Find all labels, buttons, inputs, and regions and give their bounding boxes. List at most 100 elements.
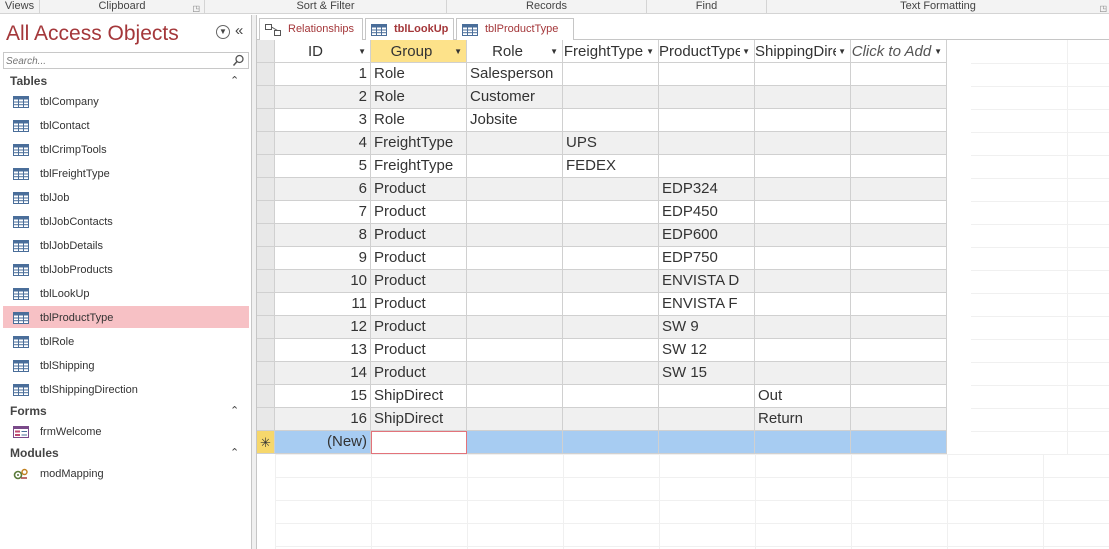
table-cell[interactable] — [467, 201, 563, 224]
table-cell[interactable]: EDP600 — [659, 224, 755, 247]
nav-item-tblfreighttype[interactable]: tblFreightType — [3, 162, 249, 184]
table-cell[interactable] — [467, 270, 563, 293]
table-cell[interactable]: SW 15 — [659, 362, 755, 385]
table-cell-empty[interactable] — [851, 408, 947, 431]
search-icon[interactable] — [232, 54, 245, 67]
column-header-producttype[interactable]: ProductType ▼ — [659, 40, 755, 63]
column-header-role[interactable]: Role ▼ — [467, 40, 563, 63]
table-cell[interactable] — [755, 293, 851, 316]
record-selector[interactable] — [257, 270, 275, 293]
table-cell[interactable] — [563, 178, 659, 201]
record-selector[interactable] — [257, 86, 275, 109]
dialog-launcher-icon[interactable]: ◳ — [192, 2, 200, 15]
table-cell[interactable]: 5 — [275, 155, 371, 178]
record-selector[interactable] — [257, 316, 275, 339]
table-row[interactable]: 5 FreightType FEDEX — [257, 155, 971, 178]
table-cell[interactable] — [755, 155, 851, 178]
table-cell[interactable] — [755, 63, 851, 86]
table-cell[interactable]: ShipDirect — [371, 385, 467, 408]
table-cell-empty[interactable] — [851, 431, 947, 454]
focused-cell[interactable] — [371, 431, 467, 454]
column-header-freighttype[interactable]: FreightType ▼ — [563, 40, 659, 63]
table-cell[interactable] — [467, 362, 563, 385]
table-cell-empty[interactable] — [851, 247, 947, 270]
table-row[interactable]: 11 Product ENVISTA F — [257, 293, 971, 316]
table-row[interactable]: 12 Product SW 9 — [257, 316, 971, 339]
dropdown-arrow-icon[interactable]: ▼ — [358, 47, 366, 56]
table-cell[interactable] — [467, 316, 563, 339]
table-cell[interactable]: SW 12 — [659, 339, 755, 362]
record-selector[interactable] — [257, 132, 275, 155]
column-header-group[interactable]: Group ▼ — [371, 40, 467, 63]
table-cell[interactable] — [467, 408, 563, 431]
table-cell[interactable] — [563, 109, 659, 132]
table-cell[interactable]: ShipDirect — [371, 408, 467, 431]
tab-tbllookup[interactable]: tblLookUp — [365, 18, 454, 41]
record-selector[interactable] — [257, 362, 275, 385]
table-cell-empty[interactable] — [851, 385, 947, 408]
table-row[interactable]: 13 Product SW 12 — [257, 339, 971, 362]
table-cell[interactable]: 6 — [275, 178, 371, 201]
table-cell[interactable]: Customer — [467, 86, 563, 109]
table-cell[interactable] — [659, 86, 755, 109]
select-all-corner[interactable] — [257, 40, 275, 63]
chevron-up-icon[interactable]: ⌃ — [230, 404, 239, 417]
table-cell[interactable] — [563, 316, 659, 339]
table-cell[interactable] — [755, 316, 851, 339]
record-selector[interactable] — [257, 408, 275, 431]
table-cell[interactable] — [755, 178, 851, 201]
table-cell[interactable]: Product — [371, 224, 467, 247]
table-cell[interactable] — [467, 132, 563, 155]
table-row[interactable]: 2 Role Customer — [257, 86, 971, 109]
new-record-row[interactable]: ✳ (New) — [257, 431, 971, 454]
table-cell[interactable] — [755, 270, 851, 293]
record-selector[interactable] — [257, 201, 275, 224]
table-cell[interactable]: 13 — [275, 339, 371, 362]
table-row[interactable]: 8 Product EDP600 — [257, 224, 971, 247]
nav-item-tbljob[interactable]: tblJob — [3, 186, 249, 208]
table-cell-empty[interactable] — [851, 201, 947, 224]
table-row[interactable]: 6 Product EDP324 — [257, 178, 971, 201]
column-header-click-to-add[interactable]: Click to Add ▼ — [851, 40, 947, 63]
table-cell[interactable]: Jobsite — [467, 109, 563, 132]
table-row[interactable]: 4 FreightType UPS — [257, 132, 971, 155]
table-cell-empty[interactable] — [851, 109, 947, 132]
nav-item-tblcontact[interactable]: tblContact — [3, 114, 249, 136]
table-cell-empty[interactable] — [851, 316, 947, 339]
nav-item-tbljobdetails[interactable]: tblJobDetails — [3, 234, 249, 256]
table-cell-empty[interactable] — [851, 270, 947, 293]
table-cell[interactable] — [659, 109, 755, 132]
table-cell[interactable]: 7 — [275, 201, 371, 224]
table-cell[interactable] — [563, 63, 659, 86]
dropdown-arrow-icon[interactable]: ▼ — [838, 47, 846, 56]
table-cell[interactable] — [467, 247, 563, 270]
table-cell[interactable]: 3 — [275, 109, 371, 132]
new-record-id-cell[interactable]: (New) — [275, 431, 371, 454]
table-cell[interactable] — [563, 293, 659, 316]
nav-item-tblshipping[interactable]: tblShipping — [3, 354, 249, 376]
table-cell[interactable]: 14 — [275, 362, 371, 385]
table-row[interactable]: 14 Product SW 15 — [257, 362, 971, 385]
table-cell[interactable] — [467, 293, 563, 316]
table-cell[interactable] — [755, 132, 851, 155]
table-row[interactable]: 7 Product EDP450 — [257, 201, 971, 224]
table-cell-empty[interactable] — [851, 132, 947, 155]
table-cell[interactable]: SW 9 — [659, 316, 755, 339]
table-cell[interactable] — [467, 339, 563, 362]
table-cell[interactable]: Product — [371, 247, 467, 270]
table-cell[interactable] — [659, 385, 755, 408]
table-row[interactable]: 1 Role Salesperson — [257, 63, 971, 86]
table-cell[interactable] — [563, 201, 659, 224]
table-cell[interactable]: 10 — [275, 270, 371, 293]
record-selector[interactable] — [257, 224, 275, 247]
table-row[interactable]: 16 ShipDirect Return — [257, 408, 971, 431]
table-cell[interactable] — [563, 339, 659, 362]
table-cell-empty[interactable] — [563, 431, 659, 454]
chevron-up-icon[interactable]: ⌃ — [230, 446, 239, 459]
table-cell[interactable]: Product — [371, 270, 467, 293]
table-cell-empty[interactable] — [851, 224, 947, 247]
table-cell[interactable]: FreightType — [371, 155, 467, 178]
table-cell[interactable]: 16 — [275, 408, 371, 431]
table-cell[interactable]: 9 — [275, 247, 371, 270]
record-selector[interactable] — [257, 63, 275, 86]
